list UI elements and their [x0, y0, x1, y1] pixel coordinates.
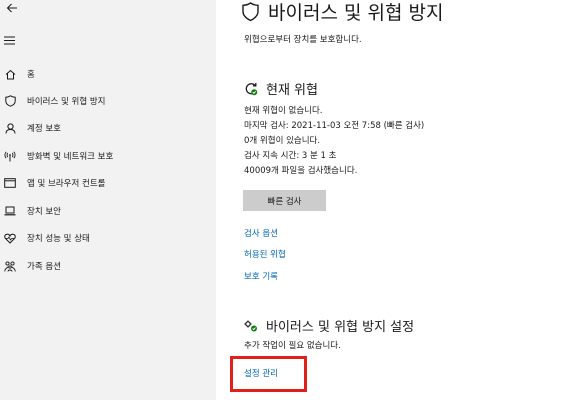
back-arrow-icon[interactable]	[6, 2, 18, 14]
nav-label: 장치 성능 및 상태	[27, 234, 90, 244]
refresh-check-icon	[245, 82, 258, 95]
highlight-box	[230, 356, 307, 392]
nav-item-family-options[interactable]: 가족 옵션	[0, 255, 216, 277]
settings-gear-icon	[244, 320, 257, 331]
page-subtitle: 위협으로부터 장치를 보호합니다.	[244, 35, 362, 45]
scan-duration-text: 검사 지속 시간: 3 분 1 초	[244, 151, 337, 161]
nav-label: 앱 및 브라우저 컨트롤	[27, 179, 106, 189]
nav-label: 방화벽 및 네트워크 보호	[27, 152, 114, 162]
current-threats-title: 현재 위협	[266, 83, 318, 98]
settings-status-text: 추가 작업이 필요 없습니다.	[244, 341, 341, 351]
shield-icon	[4, 95, 16, 107]
nav-label: 홈	[27, 70, 35, 80]
nav-item-device-performance[interactable]: 장치 성능 및 상태	[0, 227, 216, 249]
allowed-threats-link[interactable]: 허용된 위협	[244, 248, 286, 260]
threat-count-text: 0개 위협이 있습니다.	[244, 136, 321, 146]
sidebar: 홈 바이러스 및 위협 방지 계정 보호 방화벽 및 네트워크 보호 앱 및 브…	[0, 0, 216, 400]
home-icon	[4, 68, 16, 80]
hamburger-menu-icon[interactable]	[4, 36, 15, 45]
quick-scan-button[interactable]: 빠른 검사	[243, 190, 326, 211]
heart-pulse-icon	[4, 232, 16, 244]
last-scan-text: 마지막 검사: 2021-11-03 오전 7:58 (빠른 검사)	[244, 121, 425, 131]
scan-options-link[interactable]: 검사 옵션	[244, 227, 278, 239]
family-icon	[4, 260, 16, 272]
page-title: 바이러스 및 위협 방지	[268, 2, 444, 24]
threat-status-text: 현재 위협이 없습니다.	[244, 106, 323, 116]
nav-item-device-security[interactable]: 장치 보안	[0, 200, 216, 222]
laptop-icon	[4, 205, 16, 217]
nav-label: 가족 옵션	[27, 262, 61, 272]
main-content: 바이러스 및 위협 방지 위협으로부터 장치를 보호합니다. 현재 위협 현재 …	[216, 0, 580, 400]
nav-item-virus-protection[interactable]: 바이러스 및 위협 방지	[0, 90, 216, 112]
antenna-icon	[4, 150, 16, 162]
current-threats-header: 현재 위협	[244, 79, 318, 98]
page-header: 바이러스 및 위협 방지	[242, 0, 443, 25]
nav-item-home[interactable]: 홈	[0, 63, 216, 85]
browser-window-icon	[4, 177, 16, 189]
files-scanned-text: 40009개 파일을 검사했습니다.	[244, 166, 358, 176]
settings-title: 바이러스 및 위협 방지 설정	[266, 320, 415, 335]
nav-label: 계정 보호	[27, 124, 61, 134]
settings-header: 바이러스 및 위협 방지 설정	[244, 316, 414, 335]
nav-item-account-protection[interactable]: 계정 보호	[0, 117, 216, 139]
person-icon	[4, 122, 16, 134]
shield-icon	[242, 1, 259, 21]
nav-label: 바이러스 및 위협 방지	[27, 97, 106, 107]
nav-item-app-browser-control[interactable]: 앱 및 브라우저 컨트롤	[0, 172, 216, 194]
protection-history-link[interactable]: 보호 기록	[244, 270, 278, 282]
nav-item-firewall[interactable]: 방화벽 및 네트워크 보호	[0, 145, 216, 167]
nav-label: 장치 보안	[27, 207, 61, 217]
